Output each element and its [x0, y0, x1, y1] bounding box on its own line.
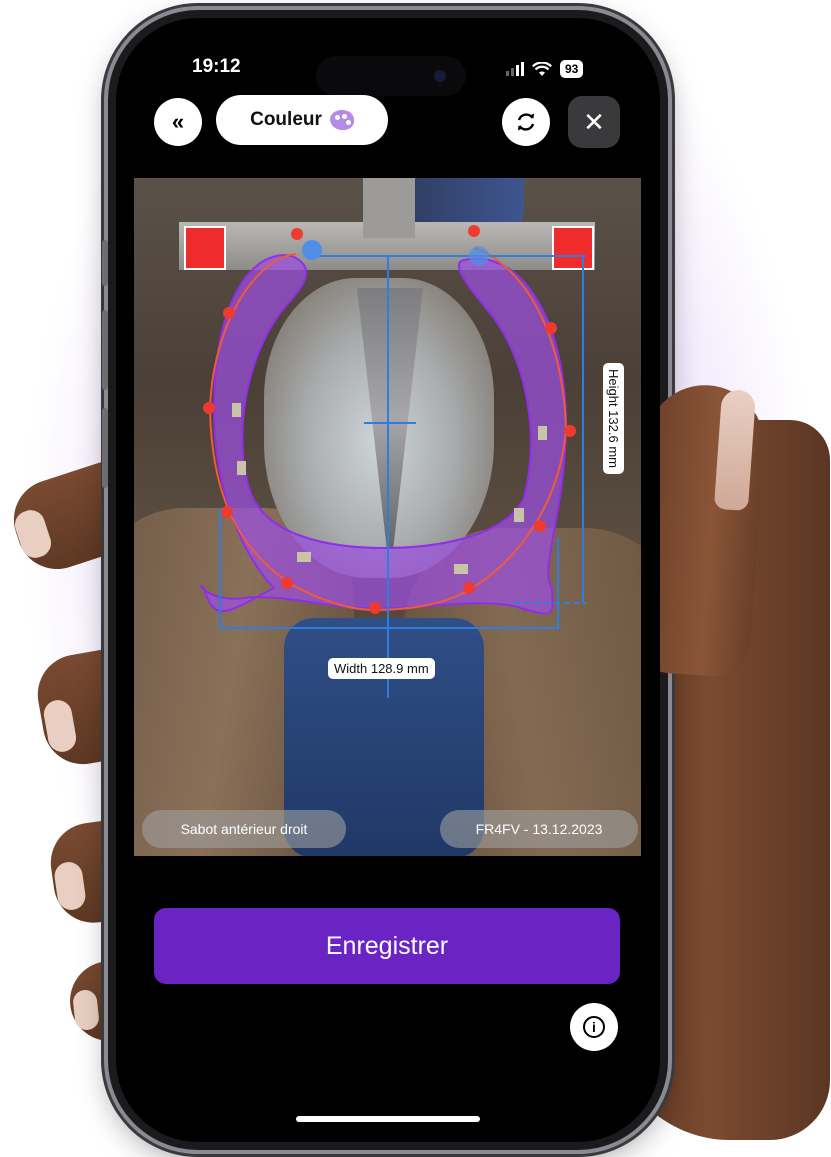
hoof-photo[interactable]: Width 128.9 mm Height 132.6 mm Sabot ant…: [134, 178, 641, 856]
battery-indicator: 93: [560, 60, 584, 78]
id-date-caption: FR4FV - 13.12.2023: [440, 810, 638, 848]
nail-hole: [297, 552, 311, 562]
control-point: [221, 506, 233, 518]
control-point: [281, 577, 293, 589]
status-time: 19:12: [192, 56, 241, 77]
close-icon: ✕: [583, 106, 605, 137]
control-point: [369, 602, 381, 614]
side-button: [102, 240, 108, 286]
phone-screen: 19:12 93 « Couleur ✕ Width 128.9 mm Heig…: [116, 18, 660, 1142]
anchor-point: [469, 246, 489, 266]
control-point: [463, 582, 475, 594]
signal-icon: [506, 62, 524, 76]
control-point: [203, 402, 215, 414]
save-button[interactable]: Enregistrer: [154, 908, 620, 984]
nail-hole: [454, 564, 468, 574]
control-point: [468, 225, 480, 237]
control-point: [223, 307, 235, 319]
width-label: Width 128.9 mm: [328, 658, 435, 679]
color-mode-button[interactable]: Couleur: [216, 95, 388, 145]
back-button[interactable]: «: [154, 98, 202, 146]
refresh-button[interactable]: [502, 98, 550, 146]
rotate-icon: [517, 113, 535, 131]
height-label: Height 132.6 mm: [603, 363, 624, 474]
side-button: [102, 408, 108, 488]
status-icons: 93: [506, 59, 584, 79]
info-button[interactable]: i: [570, 1003, 618, 1051]
nail-hole: [514, 508, 524, 522]
anchor-point: [302, 240, 322, 260]
wifi-icon: [532, 61, 552, 76]
mode-label: Couleur: [250, 109, 322, 130]
horseshoe-shape: [199, 254, 568, 615]
horseshoe-overlay: [199, 225, 586, 698]
control-point: [291, 228, 303, 240]
control-point: [545, 322, 557, 334]
control-point: [564, 425, 576, 437]
nail-hole: [237, 461, 246, 475]
home-indicator[interactable]: [296, 1116, 480, 1122]
hoof-position-caption: Sabot antérieur droit: [142, 810, 346, 848]
camera-dot: [434, 70, 446, 82]
palette-icon: [329, 110, 354, 130]
nail-hole: [538, 426, 547, 440]
nail-hole: [232, 403, 241, 417]
side-button: [102, 310, 108, 390]
double-chevron-left-icon: «: [171, 109, 185, 134]
info-icon: i: [583, 1016, 605, 1038]
control-point: [534, 520, 546, 532]
close-button[interactable]: ✕: [568, 96, 620, 148]
